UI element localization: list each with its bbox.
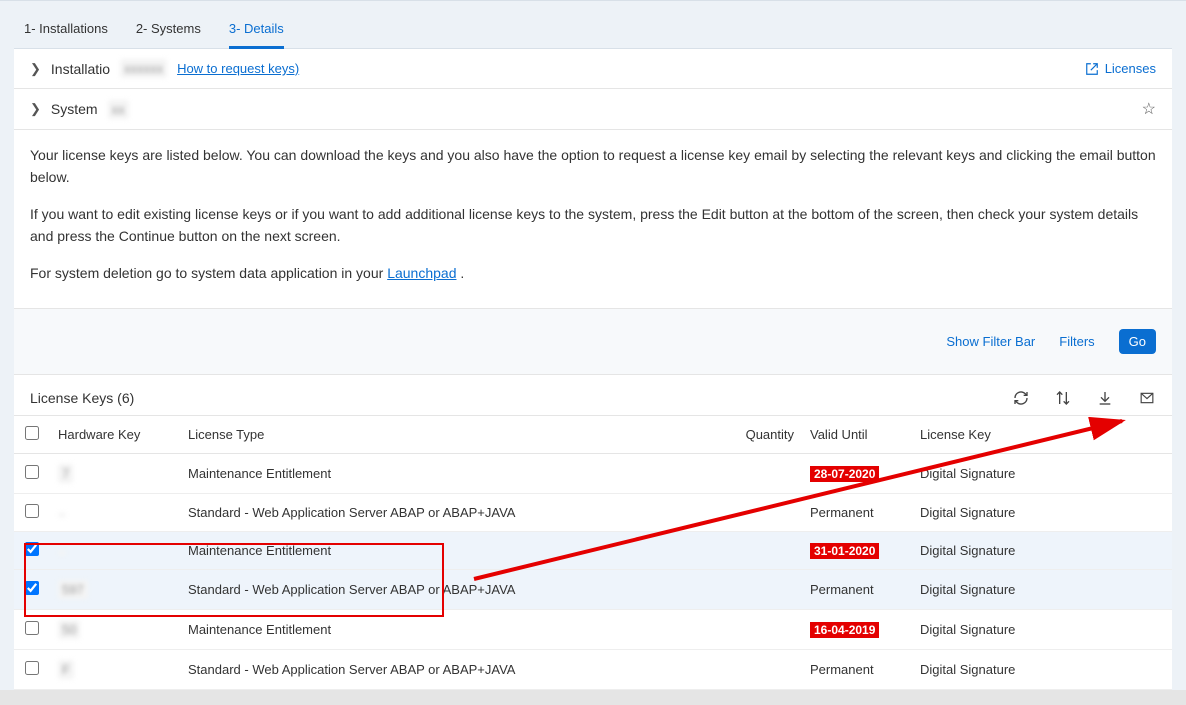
valid-until-badge: 16-04-2019 <box>810 622 879 638</box>
sort-icon[interactable] <box>1054 389 1072 407</box>
breadcrumb-system: System <box>51 101 98 117</box>
license-type: Maintenance Entitlement <box>180 531 722 569</box>
hardware-key <box>58 551 66 555</box>
tab-details[interactable]: 3- Details <box>229 15 284 49</box>
breadcrumb-installation: Installatio <box>51 61 110 77</box>
valid-until-badge: 28-07-2020 <box>810 466 879 482</box>
chevron-right-icon[interactable]: ❯ <box>30 61 41 77</box>
para-3b: . <box>456 265 464 281</box>
row-checkbox[interactable] <box>25 581 39 595</box>
license-key: Digital Signature <box>912 453 1172 493</box>
list-title: License Keys (6) <box>30 390 134 406</box>
quantity <box>722 609 802 649</box>
filters-link[interactable]: Filters <box>1059 334 1094 349</box>
license-type: Maintenance Entitlement <box>180 609 722 649</box>
para-2: If you want to edit existing license key… <box>30 203 1156 248</box>
howto-link[interactable]: How to request keys) <box>177 61 299 76</box>
quantity <box>722 453 802 493</box>
license-type: Maintenance Entitlement <box>180 453 722 493</box>
valid-until: Permanent <box>810 582 874 597</box>
col-license-key[interactable]: License Key <box>912 415 1172 453</box>
license-type: Standard - Web Application Server ABAP o… <box>180 493 722 531</box>
row-checkbox[interactable] <box>25 621 39 635</box>
hardware-key: 50 <box>58 620 80 639</box>
hardware-key: 597 <box>58 580 88 599</box>
quantity <box>722 531 802 569</box>
list-header: License Keys (6) <box>14 375 1172 415</box>
para-3a: For system deletion go to system data ap… <box>30 265 387 281</box>
hardware-key <box>58 513 66 517</box>
row-checkbox[interactable] <box>25 542 39 556</box>
license-type: Standard - Web Application Server ABAP o… <box>180 569 722 609</box>
favorite-star-icon[interactable]: ☆ <box>1142 99 1156 119</box>
list-actions <box>1012 389 1156 407</box>
table-row[interactable]: 597 Standard - Web Application Server AB… <box>14 569 1172 609</box>
breadcrumb-installation-row: ❯ Installatio xxxxxx How to request keys… <box>14 49 1172 89</box>
tab-systems[interactable]: 2- Systems <box>136 15 201 48</box>
para-1: Your license keys are listed below. You … <box>30 144 1156 189</box>
select-all-checkbox[interactable] <box>25 426 39 440</box>
license-key: Digital Signature <box>912 569 1172 609</box>
para-3: For system deletion go to system data ap… <box>30 262 1156 284</box>
row-checkbox[interactable] <box>25 465 39 479</box>
external-link-icon <box>1085 62 1099 76</box>
quantity <box>722 493 802 531</box>
col-license-type[interactable]: License Type <box>180 415 722 453</box>
tabs: 1- Installations 2- Systems 3- Details <box>14 1 1172 49</box>
refresh-icon[interactable] <box>1012 389 1030 407</box>
chevron-right-icon[interactable]: ❯ <box>30 101 41 117</box>
row-checkbox[interactable] <box>25 661 39 675</box>
hardware-key: 7 <box>58 464 73 483</box>
license-key: Digital Signature <box>912 493 1172 531</box>
table-row[interactable]: 50 Maintenance Entitlement 16-04-2019 Digi… <box>14 609 1172 649</box>
quantity <box>722 569 802 609</box>
redacted-text: xxxxxx <box>120 59 167 78</box>
licenses-label: Licenses <box>1105 61 1156 76</box>
download-icon[interactable] <box>1096 389 1114 407</box>
show-filter-bar[interactable]: Show Filter Bar <box>946 334 1035 349</box>
col-hardware-key[interactable]: Hardware Key <box>50 415 180 453</box>
hardware-key: F <box>58 660 74 679</box>
row-checkbox[interactable] <box>25 504 39 518</box>
col-valid-until[interactable]: Valid Until <box>802 415 912 453</box>
table-row[interactable]: Maintenance Entitlement 31-01-2020 Digital… <box>14 531 1172 569</box>
licenses-link[interactable]: Licenses <box>1085 61 1156 76</box>
go-button[interactable]: Go <box>1119 329 1156 354</box>
valid-until: Permanent <box>810 662 874 677</box>
breadcrumb-system-row: ❯ System xx ☆ <box>14 89 1172 130</box>
license-key: Digital Signature <box>912 609 1172 649</box>
col-quantity[interactable]: Quantity <box>722 415 802 453</box>
launchpad-link[interactable]: Launchpad <box>387 265 456 281</box>
valid-until: Permanent <box>810 505 874 520</box>
description-block: Your license keys are listed below. You … <box>14 130 1172 308</box>
table-row[interactable]: F Standard - Web Application Server ABAP… <box>14 649 1172 689</box>
email-icon[interactable] <box>1138 389 1156 407</box>
license-key: Digital Signature <box>912 531 1172 569</box>
table-row[interactable]: 7 Maintenance Entitlement 28-07-2020 Digita… <box>14 453 1172 493</box>
quantity <box>722 649 802 689</box>
license-key: Digital Signature <box>912 649 1172 689</box>
license-keys-table: Hardware Key License Type Quantity Valid… <box>14 415 1172 690</box>
filter-bar: Show Filter Bar Filters Go <box>14 308 1172 375</box>
table-row[interactable]: Standard - Web Application Server ABAP o… <box>14 493 1172 531</box>
redacted-text: xx <box>108 100 129 119</box>
license-type: Standard - Web Application Server ABAP o… <box>180 649 722 689</box>
tab-installations[interactable]: 1- Installations <box>24 15 108 48</box>
valid-until-badge: 31-01-2020 <box>810 543 879 559</box>
